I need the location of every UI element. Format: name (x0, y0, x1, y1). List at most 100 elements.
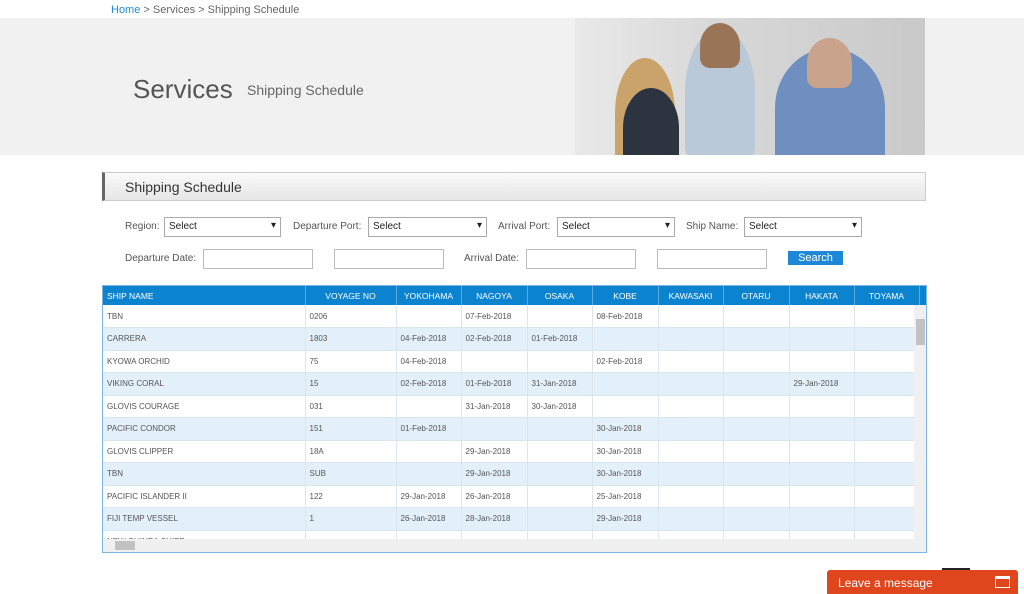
table-cell: 04-Feb-2018 (396, 350, 462, 373)
table-cell (592, 372, 659, 396)
table-cell: 25-Jan-2018 (592, 485, 659, 508)
table-cell (789, 485, 855, 508)
ship-name-select[interactable]: Select (744, 217, 862, 237)
table-cell (854, 440, 920, 463)
departure-date-from-input[interactable] (203, 249, 313, 269)
scroll-thumb[interactable] (115, 541, 135, 550)
table-row[interactable]: VIKING CORAL 15 02-Feb-2018 01-Feb-2018 31-J… (103, 372, 926, 396)
column-header[interactable]: VOYAGE NO (305, 286, 397, 305)
table-cell: 29-Jan-2018 (789, 372, 855, 396)
table-cell: 122 (305, 485, 397, 508)
table-cell: 75 (305, 350, 397, 373)
table-row[interactable]: PACIFIC ISLANDER II 122 29-Jan-2018 26-Jan-… (103, 485, 926, 508)
table-row[interactable]: KYOWA ORCHID 75 04-Feb-2018 02-Feb-2018 (103, 350, 926, 373)
table-cell (789, 350, 855, 373)
arrival-port-select[interactable]: Select (557, 217, 675, 237)
table-row[interactable]: PACIFIC CONDOR 151 01-Feb-2018 30-Jan-2018 (103, 417, 926, 441)
table-cell (461, 417, 528, 441)
section-header: Shipping Schedule (102, 172, 926, 201)
table-cell: 31-Jan-2018 (527, 372, 593, 396)
table-cell: 18A (305, 440, 397, 463)
breadcrumb-sep: > (195, 4, 208, 16)
table-cell (658, 462, 724, 486)
table-cell: TBN (103, 305, 306, 328)
table-cell (396, 440, 462, 463)
breadcrumb-current: Shipping Schedule (207, 4, 300, 16)
table-cell (723, 372, 790, 396)
table-cell (723, 440, 790, 463)
search-button[interactable]: Search (788, 251, 843, 265)
table-cell: 031 (305, 395, 397, 418)
arrival-date-from-input[interactable] (526, 249, 636, 269)
table-cell (658, 440, 724, 463)
table-cell (789, 327, 855, 351)
table-cell (592, 327, 659, 351)
departure-date-to-input[interactable] (334, 249, 444, 269)
table-cell (723, 327, 790, 351)
table-row[interactable]: GLOVIS COURAGE 031 31-Jan-2018 30-Jan-2018 (103, 395, 926, 418)
table-cell: 02-Feb-2018 (592, 350, 659, 373)
table-row[interactable]: GLOVIS CLIPPER 18A 29-Jan-2018 30-Jan-2018 (103, 440, 926, 463)
column-header[interactable]: SHIP NAME (103, 286, 306, 305)
breadcrumb-home[interactable]: Home (111, 4, 140, 16)
scroll-thumb[interactable] (916, 319, 925, 345)
table-cell: 02-Feb-2018 (396, 372, 462, 396)
table-cell: TBN (103, 462, 306, 486)
arrival-date-label: Arrival Date: (464, 253, 520, 264)
table-cell (396, 395, 462, 418)
table-cell: 151 (305, 417, 397, 441)
table-cell (658, 395, 724, 418)
banner-photo (575, 18, 925, 155)
table-cell (723, 305, 790, 328)
table-cell: 08-Feb-2018 (592, 305, 659, 328)
column-header[interactable]: TOYAMA (854, 286, 920, 305)
column-header[interactable]: OTARU (723, 286, 790, 305)
table-cell (527, 440, 593, 463)
table-cell: 29-Jan-2018 (396, 485, 462, 508)
departure-port-select[interactable]: Select (368, 217, 487, 237)
table-row[interactable]: TBN SUB 29-Jan-2018 30-Jan-2018 (103, 462, 926, 486)
table-cell (723, 395, 790, 418)
ship-name-label: Ship Name: (686, 221, 739, 232)
column-header[interactable]: KOBE (592, 286, 659, 305)
table-cell (789, 305, 855, 328)
column-header[interactable]: YOKOHAMA (396, 286, 462, 305)
table-cell (723, 350, 790, 373)
column-header[interactable]: NAGOYA (461, 286, 528, 305)
table-cell (592, 395, 659, 418)
table-cell (789, 507, 855, 531)
region-label: Region: (125, 221, 160, 232)
table-cell: SUB (305, 462, 397, 486)
table-cell (854, 327, 920, 351)
horizontal-scrollbar[interactable] (103, 539, 926, 552)
arrival-date-to-input[interactable] (657, 249, 767, 269)
column-header[interactable]: OSAKA (527, 286, 593, 305)
table-cell (723, 462, 790, 486)
table-cell: 30-Jan-2018 (592, 462, 659, 486)
column-header[interactable]: HAKATA (789, 286, 855, 305)
table-cell: 01-Feb-2018 (527, 327, 593, 351)
table-cell (658, 350, 724, 373)
table-cell (527, 305, 593, 328)
table-cell: 01-Feb-2018 (461, 372, 528, 396)
breadcrumb: Home > Services > Shipping Schedule (111, 4, 299, 16)
table-cell: 29-Jan-2018 (461, 440, 528, 463)
table-row[interactable]: CARRERA 1803 04-Feb-2018 02-Feb-2018 01-Feb-… (103, 327, 926, 351)
table-cell (854, 305, 920, 328)
breadcrumb-services[interactable]: Services (153, 4, 195, 16)
chat-label: Leave a message (838, 576, 933, 590)
table-row[interactable]: FIJI TEMP VESSEL 1 26-Jan-2018 28-Jan-2018 2… (103, 507, 926, 531)
column-header[interactable]: KAWASAKI (658, 286, 724, 305)
page-subtitle: Shipping Schedule (247, 82, 364, 98)
vertical-scrollbar[interactable] (914, 305, 926, 540)
region-select[interactable]: Select (164, 217, 281, 237)
table-cell (723, 507, 790, 531)
table-cell: 29-Jan-2018 (592, 507, 659, 531)
table-row[interactable]: TBN 0206 07-Feb-2018 08-Feb-2018 (103, 305, 926, 328)
arrival-port-label: Arrival Port: (498, 221, 551, 232)
table-cell (527, 350, 593, 373)
table-cell: 07-Feb-2018 (461, 305, 528, 328)
breadcrumb-sep: > (140, 4, 153, 16)
leave-message-button[interactable]: Leave a message (827, 570, 1018, 594)
departure-port-label: Departure Port: (293, 221, 362, 232)
